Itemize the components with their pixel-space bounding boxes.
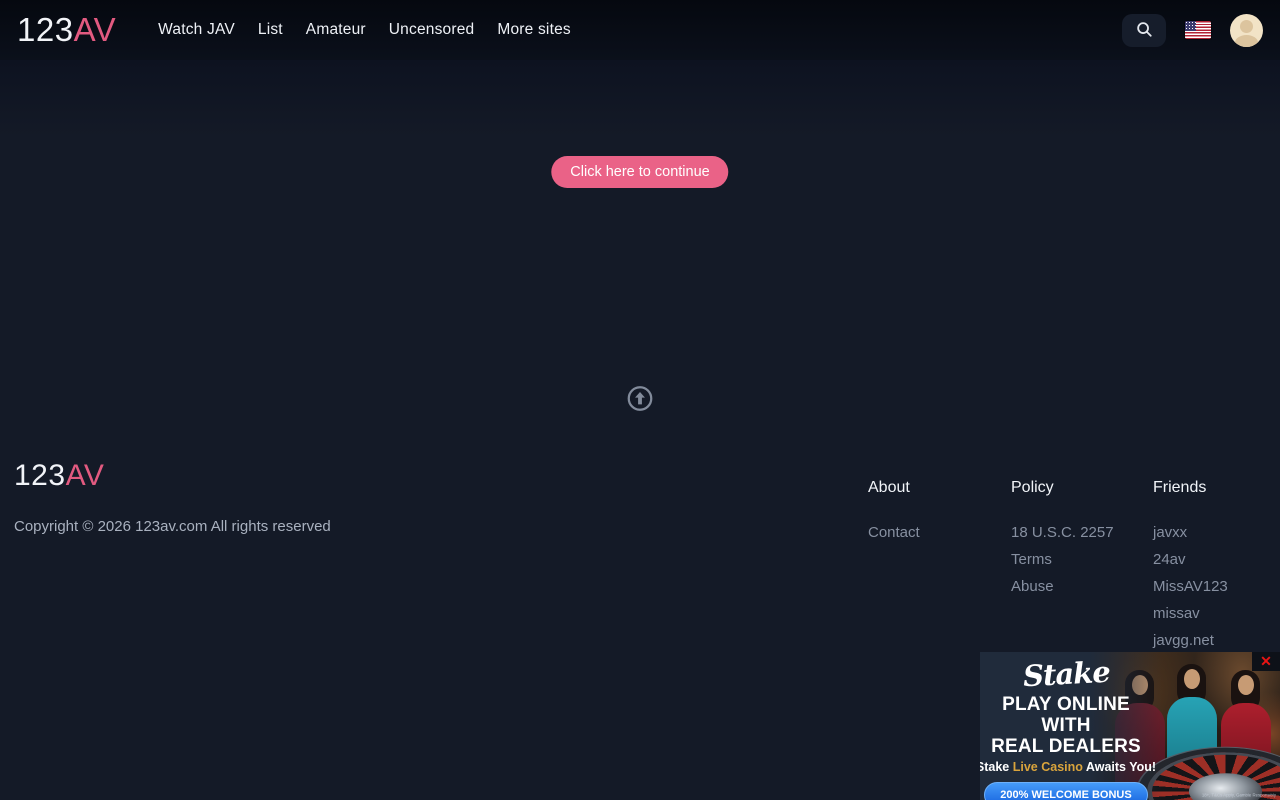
us-flag-icon[interactable] (1185, 21, 1211, 39)
main-content: Click here to continue (0, 60, 1280, 445)
ad-cta-button[interactable]: 200% WELCOME BONUS (984, 782, 1147, 800)
footer-link-2257[interactable]: 18 U.S.C. 2257 (1011, 525, 1153, 540)
column-title-policy: Policy (1011, 479, 1153, 497)
nav-link-uncensored[interactable]: Uncensored (389, 21, 475, 39)
footer-link-abuse[interactable]: Abuse (1011, 579, 1153, 594)
footer-link-contact[interactable]: Contact (868, 525, 1011, 540)
nav-link-amateur[interactable]: Amateur (306, 21, 366, 39)
ad-subline-highlight: Live Casino (1013, 760, 1083, 774)
footer-link-javxx[interactable]: javxx (1153, 525, 1280, 540)
column-title-friends: Friends (1153, 479, 1280, 497)
arrow-up-circle-icon (627, 385, 654, 412)
nav-link-more-sites[interactable]: More sites (497, 21, 571, 39)
footer-link-24av[interactable]: 24av (1153, 552, 1280, 567)
navbar-right (1122, 14, 1263, 47)
column-title-about: About (868, 479, 1011, 497)
main-nav: Watch JAV List Amateur Uncensored More s… (158, 21, 571, 39)
back-to-top-button[interactable] (627, 385, 654, 412)
footer-link-missav[interactable]: missav (1153, 606, 1280, 621)
search-button[interactable] (1122, 14, 1166, 47)
nav-link-list[interactable]: List (258, 21, 283, 39)
footer-link-missav123[interactable]: MissAV123 (1153, 579, 1280, 594)
ad-subline: Stake Live Casino Awaits You! (980, 760, 1156, 774)
site-logo[interactable]: 123AV (17, 11, 116, 49)
ad-text-panel: Stake PLAY ONLINE WITH REAL DEALERS Stak… (980, 652, 1152, 800)
ad-headline: PLAY ONLINE WITH REAL DEALERS (980, 694, 1152, 757)
close-icon: ✕ (1260, 653, 1272, 669)
footer-logo-av: AV (66, 459, 105, 492)
ad-close-button[interactable]: ✕ (1252, 652, 1280, 671)
logo-text-123: 123 (17, 11, 74, 48)
copyright-text: Copyright © 2026 123av.com All rights re… (14, 518, 868, 535)
stake-ad-banner[interactable]: Stake PLAY ONLINE WITH REAL DEALERS Stak… (980, 652, 1280, 800)
footer-link-javgg[interactable]: javgg.net (1153, 633, 1280, 648)
footer-logo-123: 123 (14, 459, 66, 492)
stake-logo: Stake (1022, 655, 1110, 693)
continue-button[interactable]: Click here to continue (551, 156, 728, 188)
navbar: 123AV Watch JAV List Amateur Uncensored … (0, 0, 1280, 60)
logo-text-av: AV (74, 11, 117, 48)
ad-headline-line1: PLAY ONLINE WITH (980, 694, 1152, 736)
footer-link-terms[interactable]: Terms (1011, 552, 1153, 567)
search-icon (1135, 20, 1153, 41)
ad-headline-line2: REAL DEALERS (980, 736, 1152, 757)
nav-link-watch-jav[interactable]: Watch JAV (158, 21, 235, 39)
footer-left: 123AV Copyright © 2026 123av.com All rig… (14, 459, 868, 687)
footer: 123AV Copyright © 2026 123av.com All rig… (0, 445, 1280, 687)
ad-fine-print: 18+, T&Cs Apply, Gamble Responsibly (1202, 794, 1276, 798)
user-avatar[interactable] (1230, 14, 1263, 47)
footer-logo[interactable]: 123AV (14, 459, 104, 493)
